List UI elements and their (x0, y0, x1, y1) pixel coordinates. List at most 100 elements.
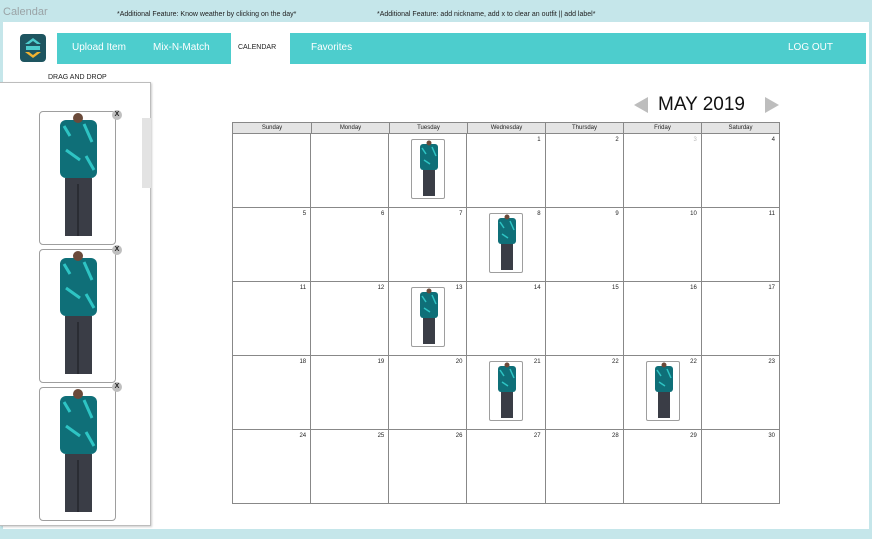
day-number: 11 (768, 211, 775, 217)
weather-feature-note: *Additional Feature: Know weather by cli… (117, 11, 297, 18)
calendar-day-cell[interactable]: 13 (389, 282, 468, 356)
outfit-card[interactable] (39, 249, 116, 383)
day-number: 12 (377, 285, 385, 291)
calendar-day-cell[interactable]: 15 (545, 282, 624, 356)
day-number: 4 (771, 137, 775, 143)
weekday-header-row: Sunday Monday Tuesday Wednesday Thursday… (232, 122, 780, 134)
calendar-day-cell[interactable]: 17 (701, 282, 780, 356)
calendar-day-cell[interactable]: 29 (623, 430, 702, 504)
day-number: 1 (537, 137, 541, 143)
calendar-day-cell[interactable]: 1 (467, 134, 546, 208)
calendar-day-cell[interactable]: 3 (623, 134, 702, 208)
calendar-day-cell[interactable] (389, 134, 468, 208)
day-number: 8 (537, 211, 541, 217)
prev-month-arrow-icon[interactable] (634, 97, 648, 113)
drag-drop-scrollbar[interactable] (142, 118, 151, 188)
calendar-day-cell[interactable]: 25 (311, 430, 390, 504)
calendar-day-cell[interactable]: 16 (623, 282, 702, 356)
calendar-day-cell[interactable]: 22 (623, 356, 702, 430)
calendar-day-cell[interactable]: 5 (233, 208, 312, 282)
scheduled-outfit-thumbnail[interactable] (645, 361, 680, 421)
day-number: 7 (459, 211, 463, 217)
calendar-day-cell[interactable]: 20 (389, 356, 468, 430)
day-number: 3 (693, 137, 697, 143)
calendar-day-cell[interactable] (233, 134, 312, 208)
calendar-day-cell[interactable]: 22 (545, 356, 624, 430)
day-number: 14 (533, 285, 541, 291)
calendar-day-cell[interactable] (311, 134, 390, 208)
remove-outfit-button[interactable]: X (112, 245, 122, 255)
day-number: 25 (377, 433, 385, 439)
calendar-day-cell[interactable]: 18 (233, 356, 312, 430)
scheduled-outfit-thumbnail[interactable] (411, 139, 446, 199)
calendar-day-cell[interactable]: 23 (701, 356, 780, 430)
nav-calendar-label[interactable]: CALENDAR (238, 44, 276, 51)
day-number: 11 (299, 285, 307, 291)
logo-icon[interactable] (20, 34, 46, 62)
day-number: 5 (302, 211, 307, 217)
day-number: 27 (533, 433, 541, 439)
outfit-image-icon (60, 389, 97, 512)
outfit-image-icon (60, 113, 97, 236)
calendar-grid: Sunday Monday Tuesday Wednesday Thursday… (232, 122, 780, 504)
drag-drop-title: DRAG AND DROP (48, 74, 107, 81)
outfit-card[interactable] (39, 111, 116, 245)
scheduled-outfit-thumbnail[interactable] (489, 213, 524, 273)
weekday-friday: Friday (623, 123, 701, 134)
calendar-day-cell[interactable]: 19 (311, 356, 390, 430)
outfit-card[interactable] (39, 387, 116, 521)
calendar-day-cell[interactable]: 26 (389, 430, 468, 504)
weekday-saturday: Saturday (701, 123, 779, 134)
outfit-image-icon (654, 362, 673, 418)
weekday-sunday: Sunday (261, 125, 283, 131)
day-number: 17 (768, 285, 775, 291)
calendar-day-cell[interactable]: 14 (467, 282, 546, 356)
calendar-day-cell[interactable]: 9 (545, 208, 624, 282)
day-number: 16 (690, 285, 697, 291)
calendar-day-cell[interactable]: 8 (467, 208, 546, 282)
day-number: 9 (615, 211, 619, 217)
top-bar: Calendar *Additional Feature: Know weath… (0, 0, 872, 22)
outfit-image-icon (420, 140, 439, 196)
remove-outfit-button[interactable]: X (112, 110, 122, 120)
nav-mix-n-match[interactable]: Mix-N-Match (153, 42, 210, 53)
day-number: 23 (768, 359, 775, 365)
outfit-image-icon (498, 214, 517, 270)
weekday-wednesday: Wednesday (467, 123, 545, 134)
day-number: 6 (380, 211, 385, 217)
calendar-day-cell[interactable]: 7 (389, 208, 468, 282)
day-number: 2 (615, 137, 619, 143)
logout-button[interactable]: LOG OUT (788, 42, 833, 53)
calendar-day-cell[interactable]: 28 (545, 430, 624, 504)
calendar-day-cell[interactable]: 2 (545, 134, 624, 208)
calendar-day-cell[interactable]: 24 (233, 430, 312, 504)
nickname-feature-note: *Additional Feature: add nickname, add x… (377, 11, 596, 18)
remove-outfit-button[interactable]: X (112, 382, 122, 392)
calendar-day-cell[interactable]: 6 (311, 208, 390, 282)
day-number: 22 (690, 359, 697, 365)
next-month-arrow-icon[interactable] (765, 97, 779, 113)
scheduled-outfit-thumbnail[interactable] (489, 361, 524, 421)
day-number: 13 (455, 285, 463, 291)
outfit-image-icon (60, 251, 97, 374)
nav-upload-item[interactable]: Upload Item (72, 42, 126, 53)
weekday-tuesday: Tuesday (389, 123, 467, 134)
day-number: 30 (768, 433, 775, 439)
calendar-day-cell[interactable]: 30 (701, 430, 780, 504)
calendar-day-cell[interactable]: 21 (467, 356, 546, 430)
outfit-image-icon (420, 288, 439, 344)
day-number: 21 (533, 359, 541, 365)
calendar-day-cell[interactable]: 10 (623, 208, 702, 282)
app-title: Calendar (3, 6, 48, 18)
day-number: 24 (299, 433, 307, 439)
calendar-day-cell[interactable]: 27 (467, 430, 546, 504)
calendar-day-cell[interactable]: 11 (233, 282, 312, 356)
day-number: 19 (377, 359, 385, 365)
scheduled-outfit-thumbnail[interactable] (411, 287, 446, 347)
calendar-day-cell[interactable]: 12 (311, 282, 390, 356)
calendar-day-cell[interactable]: 4 (701, 134, 780, 208)
day-number: 22 (612, 359, 619, 365)
nav-favorites[interactable]: Favorites (311, 42, 352, 53)
calendar-day-cell[interactable]: 11 (701, 208, 780, 282)
day-number: 28 (612, 433, 619, 439)
